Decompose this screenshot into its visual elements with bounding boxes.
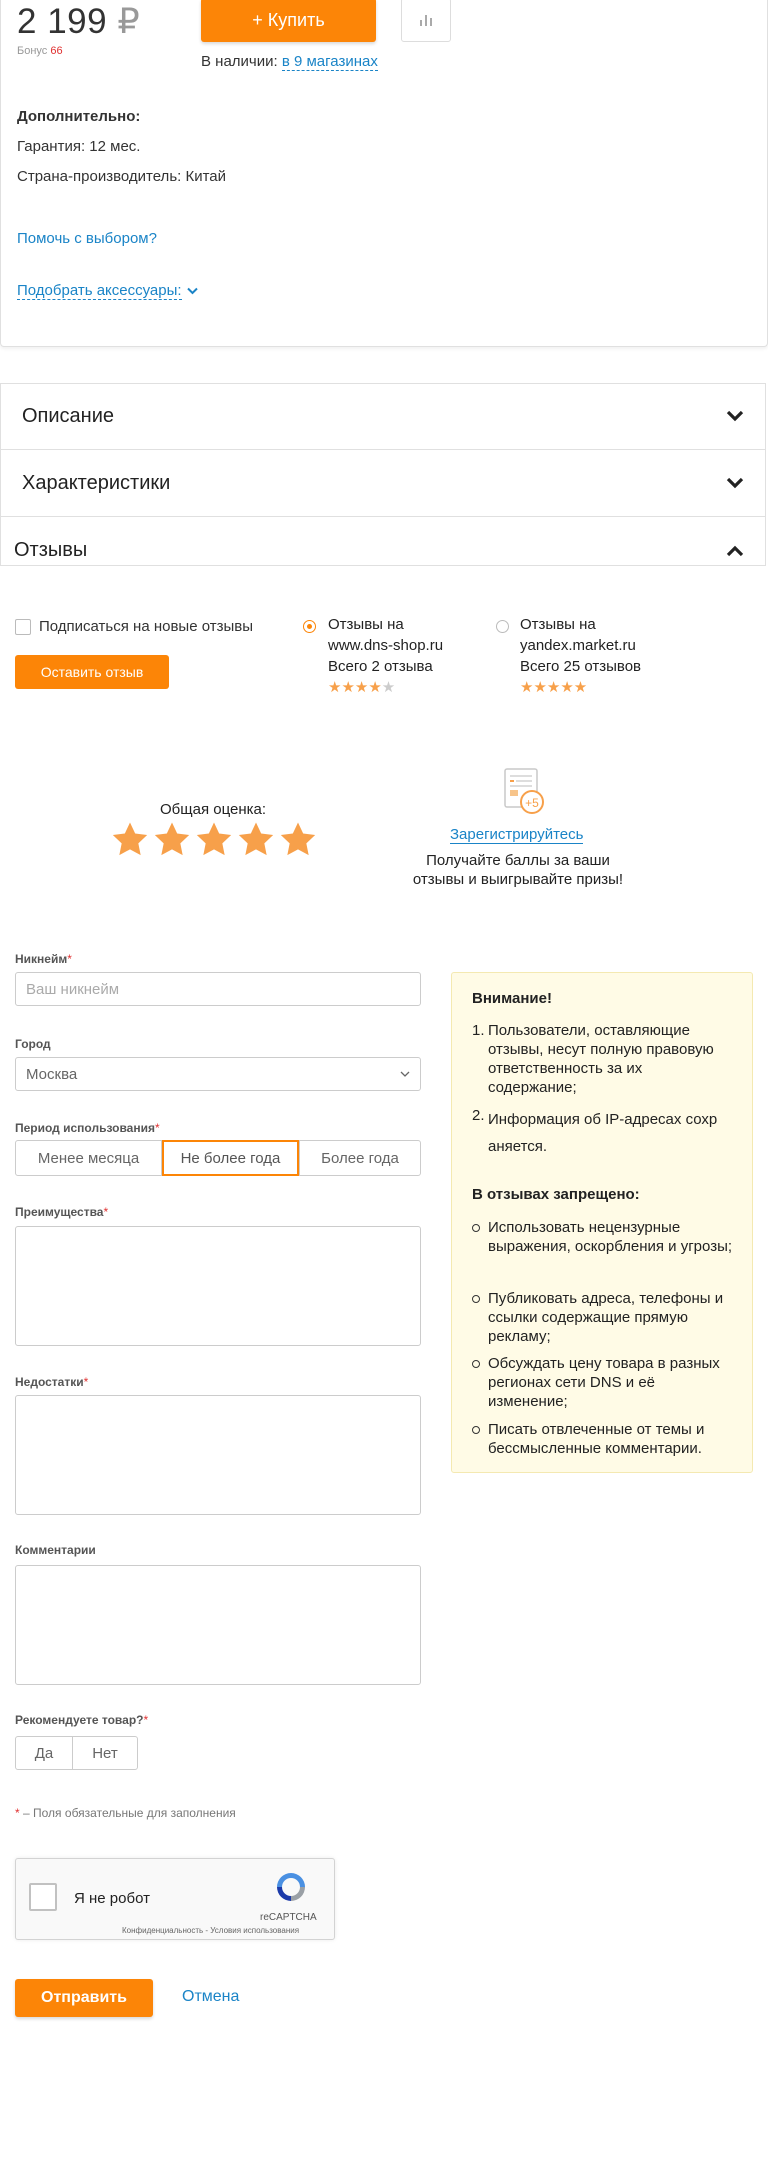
warranty-info: Гарантия: 12 мес. bbox=[17, 138, 141, 155]
bonus-info: Бонус 66 bbox=[17, 45, 63, 57]
cancel-link[interactable]: Отмена bbox=[182, 1988, 239, 2006]
pros-textarea[interactable] bbox=[15, 1226, 421, 1346]
cons-textarea[interactable] bbox=[15, 1395, 421, 1515]
rating-stars: ★★★★★ bbox=[520, 679, 588, 696]
forbidden-item: Писать отвлеченные от темы и бессмысленн… bbox=[472, 1420, 732, 1458]
chart-icon bbox=[420, 15, 432, 26]
star-icon bbox=[154, 822, 190, 856]
accessories-link[interactable]: Подобрать аксессуары: bbox=[17, 282, 198, 300]
buy-button-label: + Купить bbox=[252, 9, 325, 30]
buy-button[interactable]: + Купить bbox=[201, 0, 376, 42]
star-icon bbox=[280, 822, 316, 856]
recaptcha-widget: Я не робот reCAPTCHA Конфиденциальность … bbox=[15, 1858, 335, 1940]
recaptcha-label: Я не робот bbox=[74, 1890, 150, 1907]
notice-item: 2. Информация об IP-адресах сохр аняется. bbox=[472, 1107, 718, 1155]
tab-specs[interactable]: Характеристики bbox=[0, 450, 766, 517]
recommend-no[interactable]: Нет bbox=[72, 1736, 138, 1770]
city-select[interactable]: Москва bbox=[15, 1057, 421, 1091]
stock-stores-link[interactable]: в 9 магазинах bbox=[281, 53, 378, 71]
required-note: * – Поля обязательные для заполнения bbox=[15, 1806, 236, 1820]
chevron-down-icon bbox=[400, 1071, 410, 1077]
period-option[interactable]: Менее месяца bbox=[15, 1140, 162, 1176]
recommend-label: Рекомендуете товар?* bbox=[15, 1713, 149, 1727]
forbidden-item: Использовать нецензурные выражения, оско… bbox=[472, 1218, 732, 1256]
forbidden-heading: В отзывах запрещено: bbox=[472, 1186, 640, 1203]
star-icon bbox=[196, 822, 232, 856]
star-icon bbox=[112, 822, 148, 856]
register-promo-text: Получайте баллы за ваши отзывы и выигрыв… bbox=[412, 852, 624, 888]
comment-label: Комментарии bbox=[15, 1543, 96, 1557]
subscribe-checkbox[interactable]: Подписаться на новые отзывы bbox=[15, 618, 253, 635]
rules-notice: Внимание! 1. Пользователи, оставляющие от… bbox=[451, 972, 753, 1473]
svg-text:+5: +5 bbox=[525, 796, 539, 810]
recaptcha-links[interactable]: Конфиденциальность - Условия использован… bbox=[122, 1926, 299, 1935]
tab-reviews[interactable]: Отзывы bbox=[0, 517, 766, 584]
recaptcha-checkbox[interactable] bbox=[29, 1883, 57, 1911]
cons-label: Недостатки* bbox=[15, 1375, 89, 1389]
leave-review-button[interactable]: Оставить отзыв bbox=[15, 655, 169, 689]
notice-heading: Внимание! bbox=[472, 990, 552, 1007]
rating-stars: ★★★★★ bbox=[328, 679, 396, 696]
chevron-down-icon bbox=[186, 287, 198, 295]
chevron-up-icon bbox=[726, 545, 744, 556]
period-option-selected[interactable]: Не более года bbox=[162, 1140, 299, 1176]
pros-label: Преимущества* bbox=[15, 1205, 109, 1219]
nickname-input[interactable]: Ваш никнейм bbox=[15, 972, 421, 1006]
tab-description[interactable]: Описание bbox=[0, 383, 766, 450]
forbidden-item: Публиковать адреса, телефоны и ссылки со… bbox=[472, 1289, 732, 1346]
recaptcha-logo-icon bbox=[277, 1873, 305, 1901]
checkbox-box[interactable] bbox=[15, 618, 31, 635]
notice-item: 1. Пользователи, оставляющие отзывы, несу… bbox=[472, 1022, 714, 1096]
submit-button[interactable]: Отправить bbox=[15, 1979, 153, 2017]
country-info: Страна-производитель: Китай bbox=[17, 168, 227, 185]
recaptcha-brand: reCAPTCHA bbox=[260, 1912, 317, 1923]
stock-info: В наличии: в 9 магазинах bbox=[201, 53, 378, 71]
recommend-yes[interactable]: Да bbox=[15, 1736, 73, 1770]
nickname-label: Никнейм* bbox=[15, 952, 72, 966]
period-label: Период использования* bbox=[15, 1121, 160, 1135]
recommend-selector: Да Нет bbox=[15, 1736, 138, 1770]
chevron-down-icon bbox=[726, 410, 744, 422]
source-yandex-radio[interactable] bbox=[496, 620, 509, 633]
source-dns[interactable]: Отзывы на www.dns-shop.ru Всего 2 отзыва… bbox=[328, 614, 443, 698]
overall-rating-label: Общая оценка: bbox=[160, 801, 267, 818]
city-label: Город bbox=[15, 1037, 51, 1051]
register-link[interactable]: Зарегистрируйтесь bbox=[450, 826, 584, 844]
period-selector: Менее месяца Не более года Более года bbox=[15, 1140, 421, 1176]
help-choose-link[interactable]: Помочь с выбором? bbox=[17, 230, 157, 247]
source-dns-radio[interactable] bbox=[303, 620, 316, 633]
star-icon bbox=[238, 822, 274, 856]
extra-heading: Дополнительно: bbox=[17, 108, 141, 125]
compare-button[interactable] bbox=[401, 0, 451, 42]
comment-textarea[interactable] bbox=[15, 1565, 421, 1685]
source-yandex[interactable]: Отзывы на yandex.market.ru Всего 25 отзы… bbox=[520, 614, 641, 698]
chevron-down-icon bbox=[726, 477, 744, 489]
overall-rating-stars bbox=[110, 820, 320, 860]
bonus-document-icon: +5 bbox=[504, 768, 544, 814]
product-price: 2 199 ₽ bbox=[17, 2, 141, 41]
forbidden-item: Обсуждать цену товара в разных регионах … bbox=[472, 1354, 732, 1411]
period-option[interactable]: Более года bbox=[299, 1140, 421, 1176]
